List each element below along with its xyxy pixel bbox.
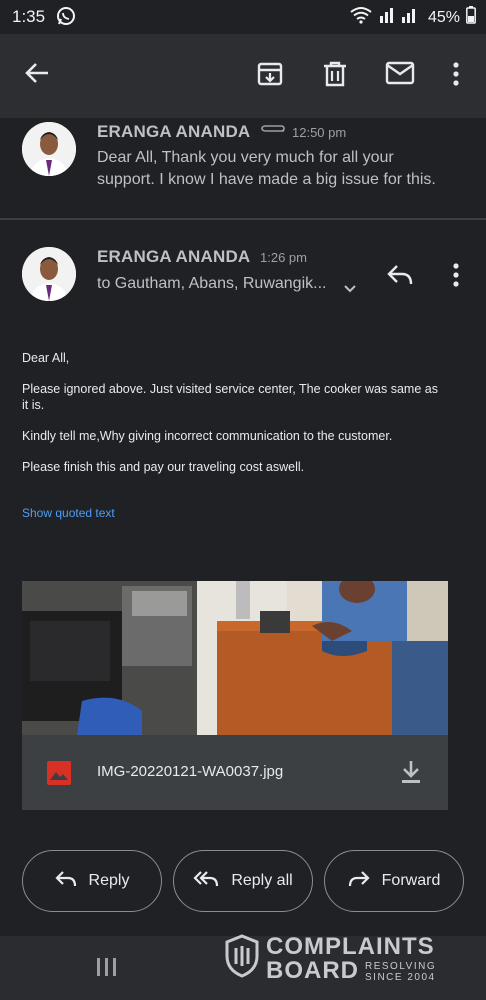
shield-logo-icon: [224, 934, 260, 983]
wifi-icon: [350, 6, 372, 29]
snippet-line: Dear All, Thank you very much for all yo…: [97, 149, 394, 166]
more-vert-icon[interactable]: [451, 60, 461, 93]
attachment-card[interactable]: IMG-20220121-WA0037.jpg: [22, 581, 448, 810]
reply-icon[interactable]: [386, 263, 414, 292]
snippet-line: support. I know I have made a big issue …: [97, 171, 436, 188]
status-time: 1:35: [12, 7, 46, 26]
watermark-tag: RESOLVING: [365, 960, 437, 972]
recent-apps-icon[interactable]: [95, 956, 119, 983]
collapsed-message[interactable]: ERANGA ANANDA 12:50 pm Dear All, Thank y…: [0, 118, 486, 218]
attachment-preview-image[interactable]: [22, 581, 448, 735]
message-time: 12:50 pm: [292, 125, 347, 140]
app-bar: [0, 34, 486, 118]
status-bar: 1:35 45%: [0, 0, 486, 34]
watermark-tag: SINCE 2004: [365, 971, 436, 983]
reply-all-icon: [193, 870, 219, 893]
attachment-filename: IMG-20220121-WA0037.jpg: [97, 763, 284, 780]
show-quoted-text-link[interactable]: Show quoted text: [22, 506, 115, 520]
archive-icon[interactable]: [256, 60, 284, 93]
avatar: [22, 122, 76, 176]
divider: [0, 218, 486, 220]
mark-unread-icon[interactable]: [385, 60, 415, 91]
forward-button[interactable]: Forward: [324, 850, 464, 912]
recipients[interactable]: to Gautham, Abans, Ruwangik...: [97, 273, 326, 295]
more-vert-icon[interactable]: [451, 262, 461, 293]
forward-label: Forward: [381, 872, 441, 889]
attachment-file-bar[interactable]: IMG-20220121-WA0037.jpg: [22, 735, 448, 810]
message-time: 1:26 pm: [260, 250, 307, 265]
body-paragraph: Kindly tell me,Why giving incorrect comm…: [22, 429, 393, 443]
download-icon[interactable]: [400, 759, 422, 790]
watermark-line2: BOARD: [266, 956, 359, 984]
back-arrow-icon[interactable]: [24, 60, 50, 91]
battery-icon: [466, 6, 476, 29]
body-paragraph: it is.: [22, 398, 45, 412]
reply-all-label: Reply all: [231, 872, 293, 889]
body-paragraph: Please finish this and pay our traveling…: [22, 460, 305, 474]
paperclip-icon: [260, 124, 286, 143]
reply-button[interactable]: Reply: [22, 850, 162, 912]
sender-name: ERANGA ANANDA: [97, 247, 251, 266]
sender-name: ERANGA ANANDA: [97, 122, 251, 141]
signal-icon: [378, 6, 422, 29]
image-file-icon: [47, 761, 71, 790]
reply-label: Reply: [88, 872, 130, 889]
body-greeting: Dear All,: [22, 351, 70, 365]
chevron-down-icon[interactable]: [343, 281, 357, 299]
delete-icon[interactable]: [322, 60, 348, 93]
reply-all-button[interactable]: Reply all: [173, 850, 313, 912]
battery-percent: 45%: [427, 8, 460, 26]
watermark: COMPLAINTS BOARD RESOLVING SINCE 2004: [224, 934, 436, 983]
body-paragraph: Please ignored above. Just visited servi…: [22, 382, 438, 396]
avatar: [22, 247, 76, 301]
watermark-line1: COMPLAINTS: [266, 932, 435, 960]
status-icons: 45%: [350, 6, 476, 29]
forward-icon: [348, 870, 370, 893]
whatsapp-icon: [56, 6, 76, 31]
reply-icon: [54, 870, 77, 893]
